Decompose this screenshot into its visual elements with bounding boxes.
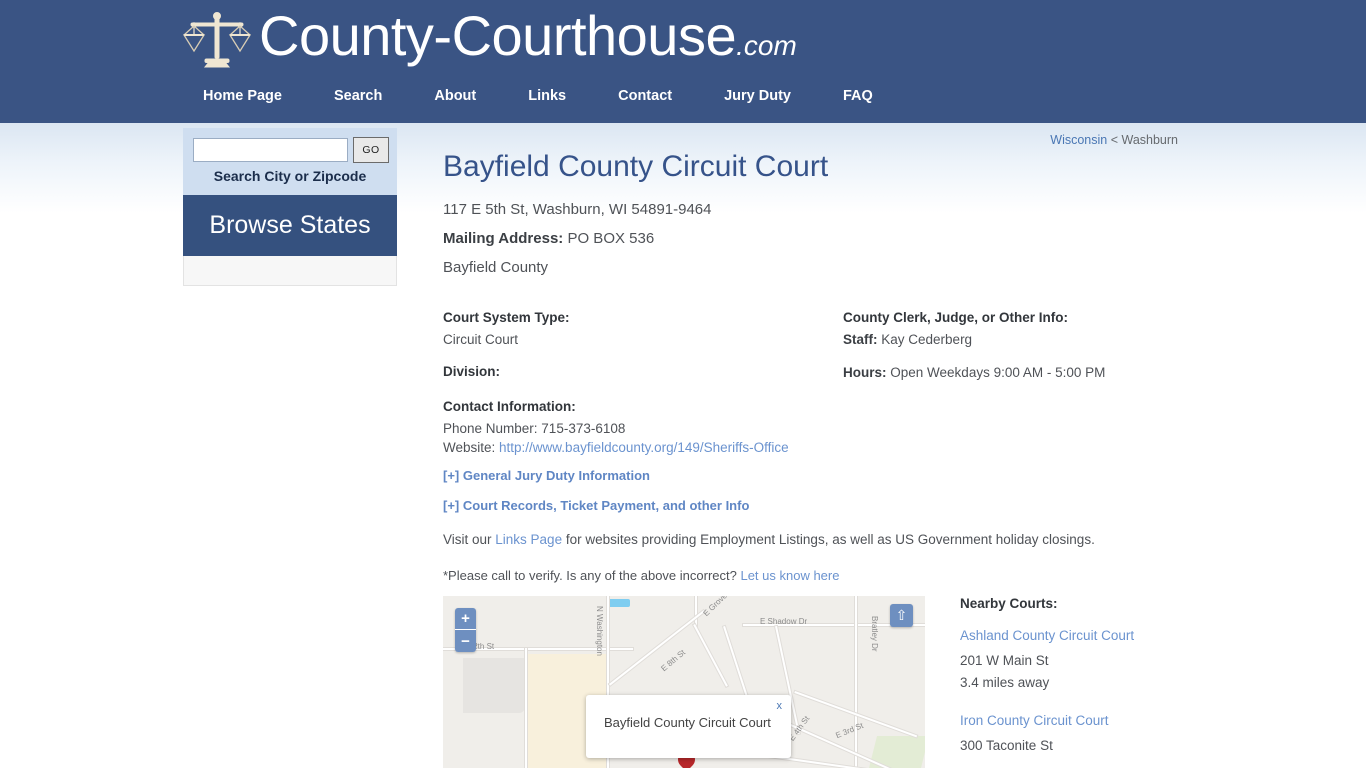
expander-court-records[interactable]: [+] Court Records, Ticket Payment, and o…	[443, 498, 749, 513]
nearby-court-address: 201 W Main St	[960, 653, 1049, 668]
phone-number: Phone Number: 715-373-6108	[443, 421, 626, 436]
contact-information-label: Contact Information:	[443, 399, 576, 414]
zoom-out-button[interactable]: −	[455, 629, 476, 652]
list-item: Ashland County Circuit Court 201 W Main …	[960, 628, 1240, 694]
nearby-courts-panel: Nearby Courts: Ashland County Circuit Co…	[960, 596, 1240, 776]
map-water-block	[608, 599, 630, 607]
division-label: Division:	[443, 364, 501, 379]
hours-value: Open Weekdays 9:00 AM - 5:00 PM	[890, 365, 1106, 380]
let-us-know-link[interactable]: Let us know here	[740, 568, 839, 583]
website-label: Website:	[443, 440, 500, 455]
mailing-address: Mailing Address: PO BOX 536	[443, 230, 654, 247]
sidebar-empty-panel	[183, 256, 397, 286]
nav-item-links[interactable]: Links	[528, 88, 566, 104]
nav-item-home-page[interactable]: Home Page	[203, 88, 282, 104]
website-link[interactable]: http://www.bayfieldcounty.org/149/Sherif…	[499, 440, 789, 455]
nav-item-faq[interactable]: FAQ	[843, 88, 873, 104]
verify-note-prefix: *Please call to verify. Is any of the ab…	[443, 568, 741, 583]
map-label-e-8th-st: E 8th St	[659, 647, 688, 674]
hours-label: Hours:	[843, 365, 887, 380]
map-road	[693, 624, 728, 687]
nearby-court-address: 300 Taconite St	[960, 738, 1053, 753]
header-inner: County-Courthouse.com Home Page Search A…	[183, 0, 1183, 123]
map-label-e-shadow-dr: E Shadow Dr	[760, 617, 808, 626]
close-icon[interactable]: x	[777, 700, 783, 712]
breadcrumb-state-link[interactable]: Wisconsin	[1050, 133, 1107, 147]
court-system-type-value: Circuit Court	[443, 332, 519, 347]
nav-item-contact[interactable]: Contact	[618, 88, 672, 104]
website-line: Website: http://www.bayfieldcounty.org/1…	[443, 438, 823, 457]
info-column-left: Court System Type: Circuit Court Divisio…	[443, 309, 823, 457]
staff-value: Kay Cederberg	[881, 332, 973, 347]
breadcrumb: Wisconsin < Washburn	[443, 133, 1178, 147]
compass-north-icon[interactable]: ⇧	[890, 604, 913, 627]
main-navigation: Home Page Search About Links Contact Jur…	[203, 88, 873, 104]
map-label-e-3rd-st: E 3rd St	[834, 720, 865, 741]
county-name: Bayfield County	[443, 259, 549, 276]
brand-name: County-Courthouse	[259, 4, 737, 67]
links-page-note: Visit our Links Page for websites provid…	[443, 532, 1095, 547]
brand-tld: .com	[736, 30, 797, 61]
brand-title: County-Courthouse.com	[259, 5, 797, 77]
map-label-bratley-dr: Bratley Dr	[870, 616, 879, 652]
map-zoom-control: + −	[455, 608, 476, 652]
hours-line: Hours: Open Weekdays 9:00 AM - 5:00 PM	[843, 363, 1223, 382]
map-info-window-title: Bayfield County Circuit Court	[604, 715, 771, 730]
nearby-court-distance: 3.4 miles away	[960, 675, 1050, 690]
nav-item-jury-duty[interactable]: Jury Duty	[724, 88, 791, 104]
staff-label: Staff:	[843, 332, 878, 347]
site-header: County-Courthouse.com Home Page Search A…	[0, 0, 1366, 123]
mailing-address-label: Mailing Address:	[443, 230, 564, 247]
map-label-e-grove-blvd: E Grove Blvd	[701, 596, 742, 619]
nearby-court-link-iron[interactable]: Iron County Circuit Court	[960, 713, 1240, 728]
map-road	[695, 596, 697, 626]
search-panel: GO Search City or Zipcode	[183, 128, 397, 195]
location-map[interactable]: W 12th St N Washington E Grove Blvd E Sh…	[443, 596, 925, 768]
nearby-court-link-ashland[interactable]: Ashland County Circuit Court	[960, 628, 1240, 643]
staff-line: Staff: Kay Cederberg	[843, 330, 1223, 349]
search-caption: Search City or Zipcode	[213, 168, 367, 184]
search-input[interactable]	[193, 138, 348, 162]
street-address: 117 E 5th St, Washburn, WI 54891-9464	[443, 201, 712, 218]
breadcrumb-city: < Washburn	[1107, 133, 1178, 147]
nav-item-about[interactable]: About	[434, 88, 476, 104]
go-button[interactable]: GO	[353, 137, 389, 163]
mailing-address-value: PO BOX 536	[567, 230, 655, 247]
sidebar: GO Search City or Zipcode Browse States	[183, 128, 397, 286]
links-note-suffix: for websites providing Employment Listin…	[562, 532, 1095, 547]
clerk-judge-label: County Clerk, Judge, or Other Info:	[843, 310, 1069, 325]
info-column-right: County Clerk, Judge, or Other Info: Staf…	[843, 309, 1223, 382]
site-logo[interactable]: County-Courthouse.com	[183, 5, 797, 77]
scales-of-justice-icon	[183, 12, 251, 68]
nav-item-search[interactable]: Search	[334, 88, 382, 104]
nearby-courts-heading: Nearby Courts:	[960, 596, 1058, 611]
page-body: GO Search City or Zipcode Browse States …	[0, 123, 1366, 768]
page-title: Bayfield County Circuit Court	[443, 150, 829, 183]
browse-states-button[interactable]: Browse States	[183, 195, 397, 256]
zoom-in-button[interactable]: +	[455, 608, 476, 629]
map-road	[855, 596, 857, 768]
map-road	[525, 648, 527, 768]
map-label-n-washington: N Washington	[595, 606, 604, 656]
expander-jury-duty-info[interactable]: [+] General Jury Duty Information	[443, 468, 650, 483]
map-block-grey	[463, 658, 525, 713]
court-system-type-label: Court System Type:	[443, 310, 570, 325]
list-item: Iron County Circuit Court 300 Taconite S…	[960, 713, 1240, 757]
map-info-window: x Bayfield County Circuit Court	[586, 695, 791, 758]
links-note-prefix: Visit our	[443, 532, 496, 547]
links-page-link[interactable]: Links Page	[495, 532, 562, 547]
verify-note: *Please call to verify. Is any of the ab…	[443, 568, 839, 583]
